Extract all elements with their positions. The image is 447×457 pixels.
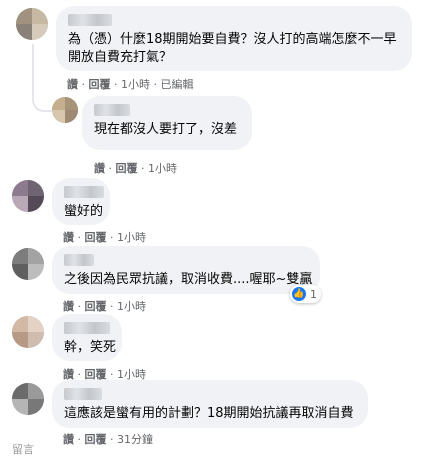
timestamp[interactable]: 1小時 [117,300,146,313]
timestamp[interactable]: 1小時 [121,78,150,91]
avatar[interactable] [12,316,44,348]
comment-bubble: 幹，笑死 [52,314,122,361]
reaction-count-value: 1 [310,287,317,301]
timestamp[interactable]: 1小時 [148,162,177,175]
cutoff-text: 留言 [12,443,34,456]
commenter-name-blurred[interactable] [68,14,112,26]
avatar[interactable] [12,248,44,280]
timestamp[interactable]: 31分鐘 [117,433,153,446]
avatar[interactable] [52,97,78,123]
like-link[interactable]: 讚 [63,231,74,244]
commenter-name-blurred[interactable] [64,254,94,266]
comment-bubble: 之後因為民眾抗議，取消收費....喔耶~雙贏 [52,246,320,294]
comment-bubble: 蠻好的 [52,178,110,225]
reply-thread-line [32,44,52,112]
comment-actions: 讚 · 回覆 · 1小時 [63,231,146,244]
comment-text: 現在都沒人要打了，沒差 [94,122,238,137]
reply-link[interactable]: 回覆 [89,78,111,91]
comment-actions: 讚 · 回覆 · 31分鐘 [63,433,153,446]
commenter-name-blurred[interactable] [64,186,104,198]
edited-label[interactable]: 已編輯 [161,78,194,91]
reply-link[interactable]: 回覆 [116,162,138,175]
commenter-name-blurred[interactable] [64,322,110,334]
avatar[interactable] [12,383,44,415]
reply-bubble: 現在都沒人要打了，沒差 [82,96,252,150]
comment-text: 這應該是蠻有用的計劃？18期開始抗議再取消自費 [64,406,354,421]
avatar[interactable] [12,180,44,212]
commenter-name-blurred[interactable] [64,388,102,400]
reply-link[interactable]: 回覆 [85,433,107,446]
like-link[interactable]: 讚 [67,78,78,91]
comment-text: 幹，笑死 [64,340,117,355]
comment-actions: 讚 · 回覆 · 1小時 [63,300,146,313]
avatar[interactable] [16,8,48,40]
reply-link[interactable]: 回覆 [85,231,107,244]
thumbs-up-icon: 👍 [292,287,306,301]
comment-bubble: 為（憑）什麼18期開始要自費？沒人打的高端怎麼不一早 開放自費充打氣？ [56,6,412,71]
commenter-name-blurred[interactable] [94,104,130,116]
comment-bubble: 這應該是蠻有用的計劃？18期開始抗議再取消自費 [52,380,368,428]
comment-actions: 讚 · 回覆 · 1小時 [94,162,177,175]
comment-text: 蠻好的 [64,204,104,219]
comment-text: 之後因為民眾抗議，取消收費....喔耶~雙贏 [64,272,313,287]
comment-actions: 讚 · 回覆 · 1小時 · 已編輯 [67,78,194,91]
comment-text: 開放自費充打氣？ [68,50,173,65]
timestamp[interactable]: 1小時 [117,231,146,244]
like-link[interactable]: 讚 [63,300,74,313]
like-link[interactable]: 讚 [94,162,105,175]
comment-text: 為（憑）什麼18期開始要自費？沒人打的高端怎麼不一早 [68,32,397,47]
reply-link[interactable]: 回覆 [85,300,107,313]
reaction-count[interactable]: 👍 1 [290,285,321,303]
like-link[interactable]: 讚 [63,433,74,446]
